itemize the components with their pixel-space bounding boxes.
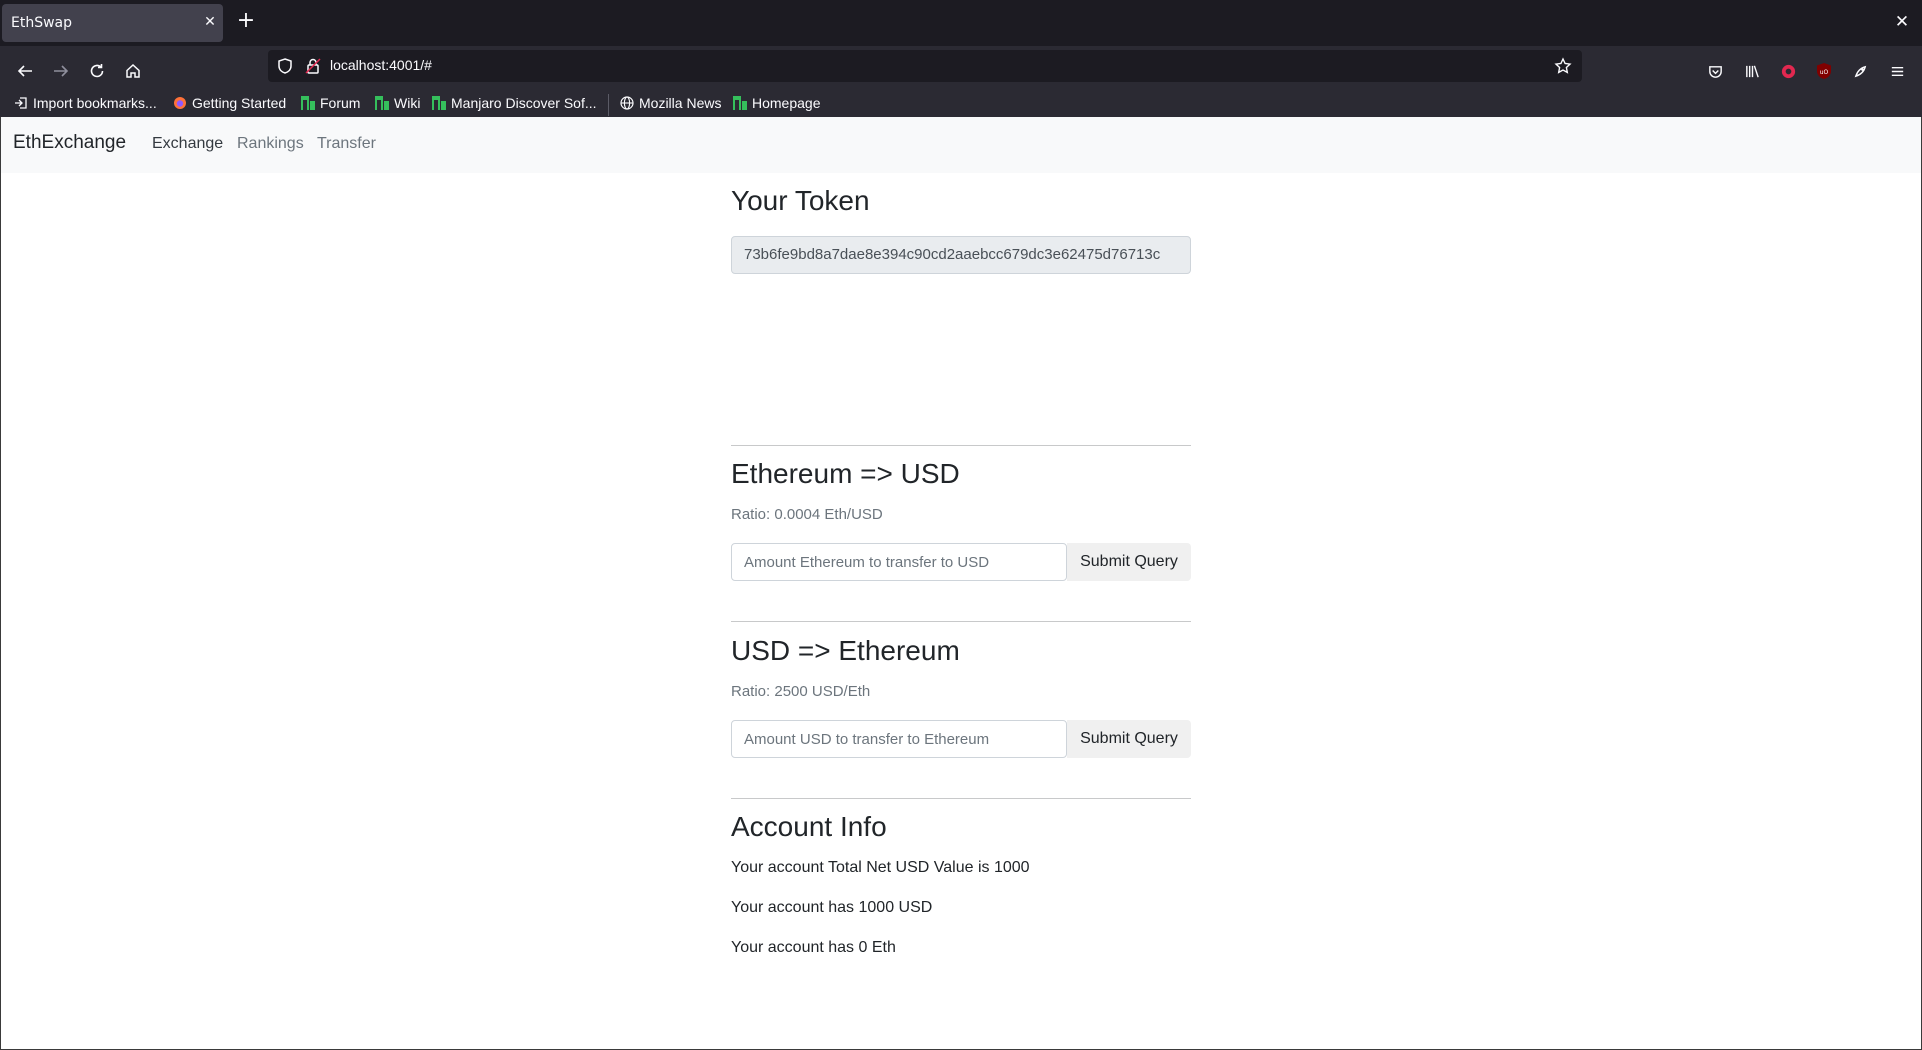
- tab-title: EthSwap: [11, 15, 73, 31]
- menu-icon[interactable]: [1886, 60, 1908, 82]
- token-value: 73b6fe9bd8a7dae8e394c90cd2aaebcc679dc3e6…: [744, 246, 1161, 263]
- bookmark-mozilla-news[interactable]: Mozilla News: [620, 95, 721, 111]
- url-text[interactable]: localhost:4001/#: [330, 57, 432, 73]
- import-icon: [15, 97, 27, 109]
- usd-to-eth-submit-button[interactable]: Submit Query: [1067, 720, 1191, 758]
- eth-to-usd-ratio: Ratio: 0.0004 Eth/USD: [731, 506, 883, 523]
- page-viewport: EthExchange Exchange Rankings Transfer Y…: [0, 117, 1922, 1050]
- close-tab-icon[interactable]: ✕: [200, 12, 220, 32]
- bookmark-manjaro-discover[interactable]: Manjaro Discover Sof...: [432, 95, 597, 111]
- bookmarks-separator: [608, 94, 609, 116]
- divider: [731, 445, 1191, 446]
- bookmark-label: Mozilla News: [639, 95, 722, 111]
- app-navbar: EthExchange Exchange Rankings Transfer: [0, 117, 1922, 173]
- back-icon[interactable]: [10, 56, 40, 86]
- manjaro-icon: [733, 96, 747, 110]
- tab-bar: EthSwap ✕ + ✕: [0, 0, 1922, 46]
- bookmark-import[interactable]: Import bookmarks...: [14, 95, 157, 111]
- shield-icon[interactable]: [276, 57, 294, 75]
- divider: [731, 798, 1191, 799]
- bookmark-label: Import bookmarks...: [33, 95, 157, 111]
- home-icon[interactable]: [118, 56, 148, 86]
- eth-to-usd-submit-button[interactable]: Submit Query: [1067, 543, 1191, 581]
- nav-transfer[interactable]: Transfer: [317, 135, 376, 153]
- reload-icon[interactable]: [82, 56, 112, 86]
- forward-icon[interactable]: [46, 56, 76, 86]
- new-tab-icon[interactable]: +: [234, 10, 258, 34]
- bookmark-wiki[interactable]: Wiki: [375, 95, 420, 111]
- token-heading: Your Token: [731, 185, 870, 216]
- browser-tab[interactable]: EthSwap ✕: [2, 4, 223, 42]
- brand-link[interactable]: EthExchange: [13, 132, 126, 154]
- bookmark-forum[interactable]: Forum: [301, 95, 360, 111]
- nav-rankings[interactable]: Rankings: [237, 135, 304, 153]
- bookmark-label: Manjaro Discover Sof...: [451, 95, 597, 111]
- account-net-value: Your account Total Net USD Value is 1000: [731, 859, 1030, 876]
- account-eth-balance: Your account has 0 Eth: [731, 939, 896, 956]
- manjaro-icon: [432, 96, 446, 110]
- extension-icon[interactable]: [1849, 60, 1871, 82]
- nav-exchange[interactable]: Exchange: [152, 135, 223, 153]
- library-icon[interactable]: [1741, 60, 1763, 82]
- manjaro-icon: [301, 96, 315, 110]
- bookmark-star-icon[interactable]: [1554, 57, 1572, 75]
- svg-text:uO: uO: [1820, 69, 1829, 76]
- bookmark-label: Homepage: [752, 95, 821, 111]
- close-window-icon[interactable]: ✕: [1890, 10, 1914, 34]
- manjaro-icon: [375, 96, 389, 110]
- lock-icon[interactable]: [304, 57, 322, 75]
- usd-to-eth-ratio: Ratio: 2500 USD/Eth: [731, 683, 871, 700]
- eth-to-usd-heading: Ethereum => USD: [731, 458, 960, 489]
- extension-red-icon[interactable]: [1777, 60, 1799, 82]
- globe-icon: [620, 96, 634, 110]
- usd-to-eth-heading: USD => Ethereum: [731, 635, 960, 666]
- usd-amount-input[interactable]: [731, 720, 1067, 758]
- account-usd-balance: Your account has 1000 USD: [731, 899, 933, 916]
- bookmark-homepage[interactable]: Homepage: [733, 95, 821, 111]
- token-field[interactable]: 73b6fe9bd8a7dae8e394c90cd2aaebcc679dc3e6…: [731, 236, 1191, 274]
- firefox-icon: [174, 97, 186, 109]
- ublock-icon[interactable]: uO: [1813, 60, 1835, 82]
- pocket-icon[interactable]: [1704, 60, 1726, 82]
- bookmark-getting-started[interactable]: Getting Started: [173, 95, 286, 111]
- bookmark-label: Getting Started: [192, 95, 287, 111]
- bookmark-label: Forum: [320, 95, 361, 111]
- account-heading: Account Info: [731, 811, 887, 842]
- url-bar[interactable]: localhost:4001/#: [268, 50, 1582, 82]
- eth-amount-input[interactable]: [731, 543, 1067, 581]
- bookmark-label: Wiki: [394, 95, 421, 111]
- divider: [731, 621, 1191, 622]
